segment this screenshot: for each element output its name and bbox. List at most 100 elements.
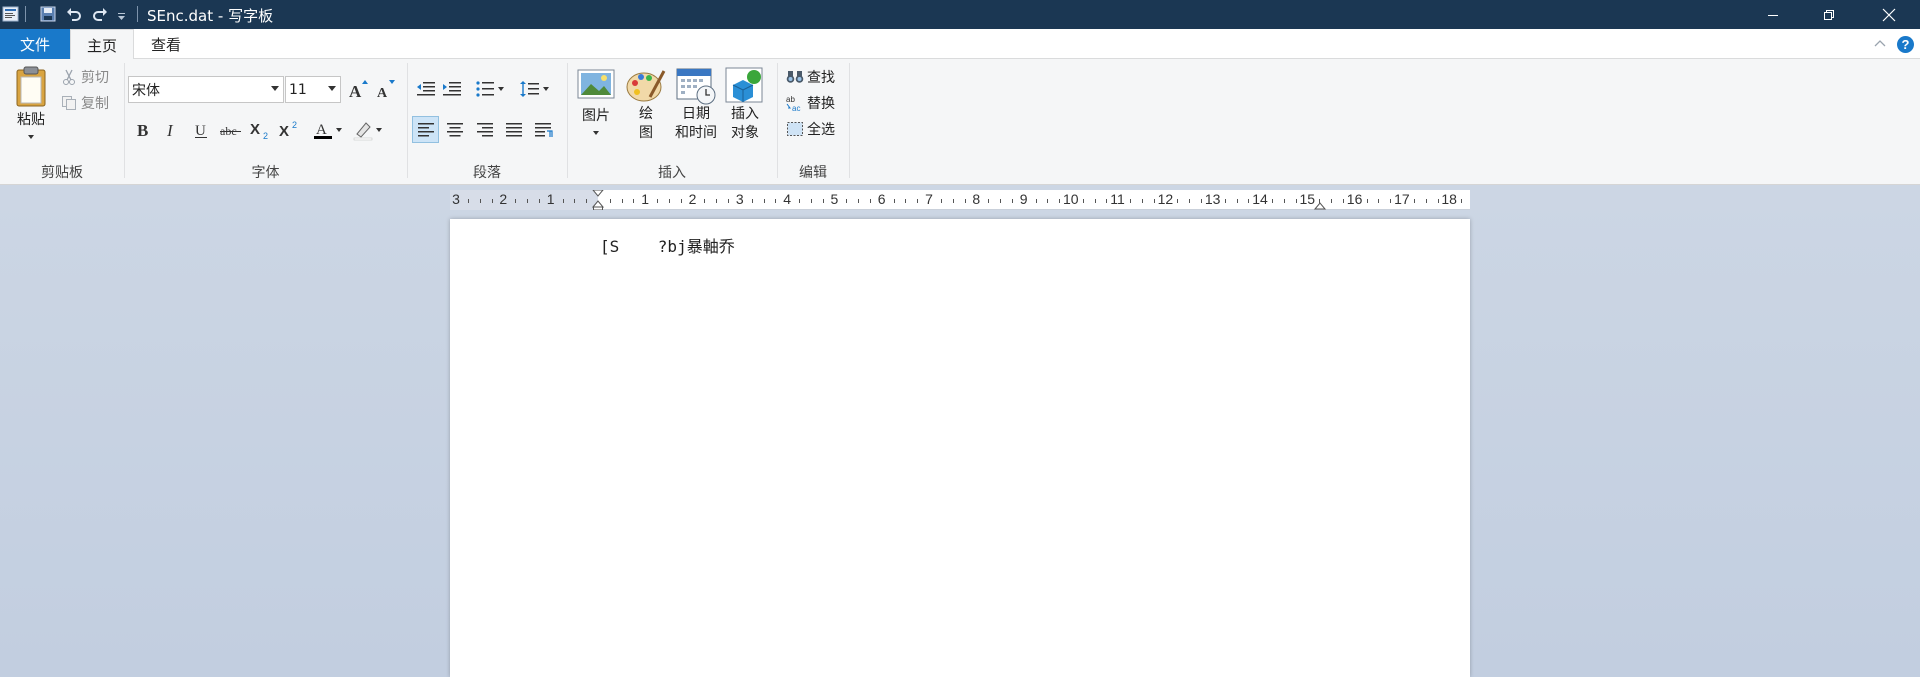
ruler-tick — [657, 199, 659, 203]
ruler-tick — [1272, 199, 1274, 203]
ruler-tick — [728, 199, 730, 203]
paragraph-settings-button[interactable] — [530, 116, 557, 143]
decrease-indent-button[interactable] — [414, 77, 438, 101]
ruler-number: 17 — [1394, 191, 1410, 207]
wordpad-app-icon[interactable] — [2, 5, 20, 23]
subscript-button[interactable]: X2 — [248, 117, 274, 143]
minimize-button[interactable] — [1745, 0, 1801, 29]
ruler-number: 16 — [1346, 191, 1363, 207]
font-size-select[interactable]: 11 — [285, 76, 341, 103]
insert-object-label-2: 对象 — [731, 125, 759, 141]
ruler-tick — [1130, 199, 1132, 203]
tab-home[interactable]: 主页 — [70, 29, 134, 60]
svg-text:2: 2 — [292, 120, 297, 130]
ruler-tick — [846, 199, 848, 203]
ruler-tick — [1236, 199, 1238, 203]
ruler-number: 5 — [830, 191, 839, 207]
font-family-value: 宋体 — [132, 82, 160, 99]
close-button[interactable] — [1858, 0, 1920, 29]
underline-button[interactable]: U — [188, 117, 214, 143]
help-icon[interactable]: ? — [1896, 35, 1915, 54]
increase-indent-button[interactable] — [440, 77, 464, 101]
group-separator — [567, 63, 568, 178]
italic-button[interactable]: I — [158, 117, 184, 143]
titlebar-separator — [25, 6, 26, 22]
collapse-ribbon-icon[interactable] — [1873, 37, 1887, 51]
ruler-number: 12 — [1157, 191, 1174, 207]
document-text[interactable]: [S ?bj暴軸乔 — [600, 233, 735, 257]
ruler-tick — [952, 199, 954, 203]
ruler[interactable]: 3 2 1 1 2 3 4 5 6 7 8 9 10 11 12 13 14 15 16 17 18 — [450, 190, 1470, 210]
ruler-tick — [680, 199, 682, 203]
ruler-tick — [515, 199, 517, 203]
document-page[interactable]: [S ?bj暴軸乔 — [450, 219, 1470, 677]
bold-button[interactable]: B — [130, 117, 156, 143]
replace-button[interactable]: ab ac 替换 — [786, 93, 835, 113]
insert-date-time-button[interactable]: 日期 和时间 — [670, 67, 722, 159]
cut-button[interactable]: 剪切 — [61, 67, 109, 87]
justify-button[interactable] — [500, 116, 527, 143]
insert-picture-button[interactable]: 图片 — [574, 67, 618, 159]
insert-object-label-1: 插入 — [731, 106, 759, 122]
align-right-button[interactable] — [471, 116, 498, 143]
font-family-select[interactable]: 宋体 — [128, 76, 284, 103]
tab-view[interactable]: 查看 — [134, 29, 198, 59]
restore-icon — [1824, 9, 1834, 20]
underline-icon: U — [195, 123, 207, 139]
superscript-button[interactable]: X2 — [277, 117, 303, 143]
first-line-indent-marker[interactable] — [592, 190, 604, 210]
save-icon[interactable] — [39, 5, 57, 23]
bold-icon: B — [137, 121, 148, 140]
ruler-tick — [1248, 199, 1250, 203]
ruler-tick — [905, 199, 907, 203]
strikethrough-button[interactable]: abc — [217, 117, 245, 143]
find-button[interactable]: 查找 — [786, 67, 835, 87]
right-indent-marker[interactable] — [1314, 200, 1326, 210]
text-color-button[interactable]: A — [309, 117, 345, 143]
chevron-down-icon — [542, 87, 549, 91]
redo-icon[interactable] — [91, 5, 109, 23]
group-separator — [124, 63, 125, 178]
svg-text:ac: ac — [792, 104, 800, 112]
tab-file[interactable]: 文件 — [0, 29, 70, 59]
svg-text:A: A — [377, 86, 388, 100]
font-group-label: 字体 — [251, 165, 280, 181]
align-left-button[interactable] — [412, 116, 439, 143]
ruler-tick — [633, 199, 635, 203]
ruler-tick — [751, 199, 753, 203]
paste-button[interactable]: 粘贴 — [8, 65, 54, 155]
ruler-tick — [940, 199, 942, 203]
grow-font-button[interactable]: A — [348, 77, 370, 101]
copy-button[interactable]: 复制 — [61, 93, 109, 113]
paint-drawing-button[interactable]: 绘 图 — [624, 67, 668, 159]
ruler-tick — [479, 199, 481, 203]
bullets-button[interactable] — [470, 77, 508, 101]
copy-label: 复制 — [81, 96, 109, 112]
highlight-button[interactable] — [349, 117, 385, 143]
ruler-tick — [491, 199, 493, 203]
ruler-tick — [586, 199, 588, 203]
ruler-tick — [1141, 199, 1143, 203]
group-separator — [849, 63, 850, 178]
copy-icon — [62, 96, 76, 110]
align-right-icon — [476, 122, 493, 136]
find-label: 查找 — [807, 70, 835, 86]
undo-icon[interactable] — [65, 5, 83, 23]
select-all-button[interactable]: 全选 — [786, 119, 835, 139]
insert-object-button[interactable]: 插入 对象 — [722, 67, 768, 159]
line-spacing-button[interactable] — [518, 77, 550, 101]
ruler-tick — [574, 199, 576, 203]
titlebar-separator — [137, 6, 138, 22]
ruler-tick — [1295, 199, 1297, 203]
ruler-tick — [822, 199, 824, 203]
binoculars-icon — [786, 71, 804, 83]
ruler-tick — [527, 199, 529, 203]
shrink-font-button[interactable]: A — [375, 77, 397, 101]
ruler-number: 1 — [641, 191, 650, 207]
align-center-button[interactable] — [441, 116, 468, 143]
chevron-down-icon — [28, 135, 34, 139]
restore-button[interactable] — [1801, 0, 1857, 29]
svg-text:B: B — [137, 121, 148, 140]
customize-quick-access-icon[interactable] — [116, 5, 128, 23]
ruler-number: 15 — [1299, 191, 1316, 207]
